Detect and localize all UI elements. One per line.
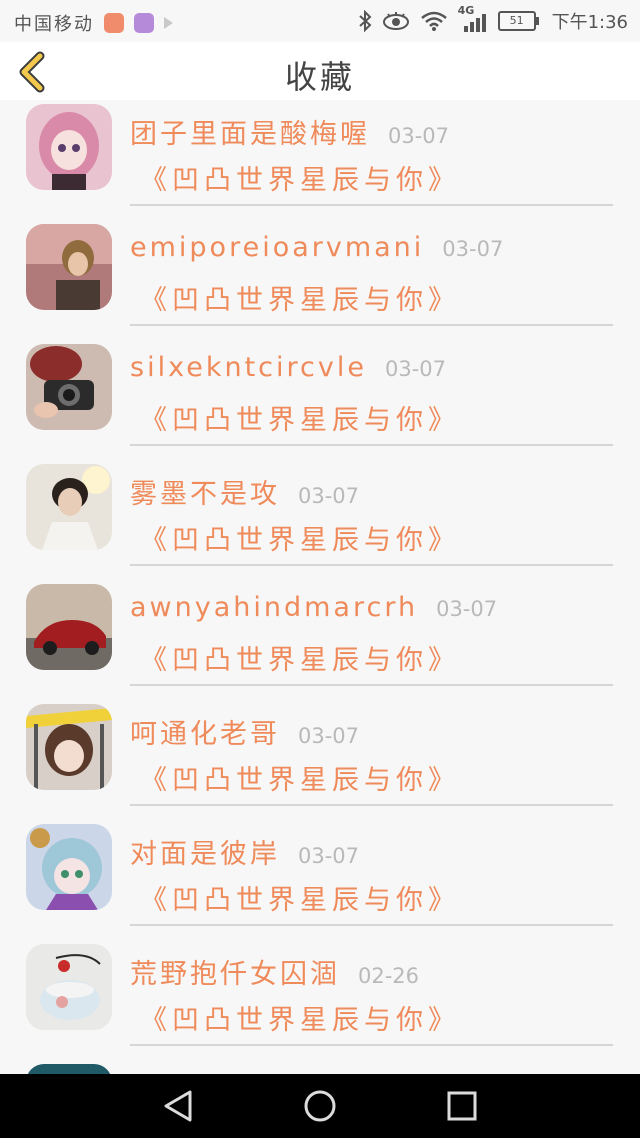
status-right: 4G 51 下午1:36 (358, 4, 628, 34)
avatar[interactable] (26, 344, 112, 430)
work-title[interactable]: 《凹凸世界星辰与你》 (140, 518, 460, 557)
avatar[interactable] (26, 1064, 112, 1074)
nav-recent-button[interactable] (444, 1088, 480, 1124)
user-name[interactable]: 团子里面是酸梅喔 (130, 112, 370, 151)
divider (130, 204, 613, 206)
signal-network-type: 4G (458, 4, 488, 34)
square-recent-icon (447, 1091, 477, 1121)
name-line: emiporeioarvmani 03-07 (130, 232, 620, 272)
date: 03-07 (384, 357, 446, 381)
divider (130, 804, 613, 806)
date: 03-07 (388, 124, 450, 148)
name-line: awnyahindmarcrh 03-07 (130, 592, 620, 632)
date: 03-07 (298, 484, 360, 508)
list-item[interactable]: 呵通化老哥 03-07 《凹凸世界星辰与你》 (0, 700, 640, 820)
work-title[interactable]: 《凹凸世界星辰与你》 (140, 638, 460, 677)
divider (130, 684, 613, 686)
header: 收藏 (0, 42, 640, 100)
triangle-back-icon (164, 1090, 192, 1122)
name-line: 荒野抱仟女囚涸 02-26 (130, 952, 620, 992)
list-item-partial[interactable] (0, 1060, 640, 1074)
signal-icon (463, 14, 486, 32)
divider (130, 444, 613, 446)
work-title[interactable]: 《凹凸世界星辰与你》 (140, 278, 460, 317)
name-line: 雾墨不是攻 03-07 (130, 472, 620, 512)
avatar[interactable] (26, 224, 112, 310)
status-bar: 中国移动 4G 51 下午1:36 (0, 0, 640, 42)
avatar[interactable] (26, 584, 112, 670)
avatar[interactable] (26, 944, 112, 1030)
avatar[interactable] (26, 824, 112, 910)
list-item[interactable]: awnyahindmarcrh 03-07 《凹凸世界星辰与你》 (0, 580, 640, 700)
user-name[interactable]: 呵通化老哥 (130, 712, 280, 751)
work-title[interactable]: 《凹凸世界星辰与你》 (140, 758, 460, 797)
name-line: 呵通化老哥 03-07 (130, 712, 620, 752)
divider (130, 1044, 613, 1046)
favorites-list: 团子里面是酸梅喔 03-07 《凹凸世界星辰与你》 emiporeioarvma… (0, 100, 640, 1074)
name-line: 团子里面是酸梅喔 03-07 (130, 112, 620, 152)
circle-home-icon (304, 1090, 336, 1122)
date: 03-07 (298, 724, 360, 748)
list-item[interactable]: 荒野抱仟女囚涸 02-26 《凹凸世界星辰与你》 (0, 940, 640, 1060)
user-name[interactable]: 对面是彼岸 (130, 832, 280, 871)
name-line: silxekntcircvle 03-07 (130, 352, 620, 392)
user-name[interactable]: emiporeioarvmani (130, 232, 424, 263)
date: 03-07 (442, 237, 504, 261)
date: 03-07 (436, 597, 498, 621)
divider (130, 924, 613, 926)
avatar[interactable] (26, 704, 112, 790)
work-title[interactable]: 《凹凸世界星辰与你》 (140, 878, 460, 917)
name-line: 对面是彼岸 03-07 (130, 832, 620, 872)
work-title[interactable]: 《凹凸世界星辰与你》 (140, 158, 460, 197)
system-nav-bar (0, 1074, 640, 1138)
shopping-bag-icon (104, 13, 124, 33)
date: 03-07 (298, 844, 360, 868)
carrier-name: 中国移动 (14, 14, 94, 35)
bluetooth-icon (358, 10, 372, 32)
work-title[interactable]: 《凹凸世界星辰与你》 (140, 998, 460, 1037)
work-title[interactable]: 《凹凸世界星辰与你》 (140, 398, 460, 437)
nav-home-button[interactable] (302, 1088, 338, 1124)
user-name[interactable]: silxekntcircvle (130, 352, 367, 383)
date: 02-26 (358, 964, 420, 988)
nav-back-button[interactable] (160, 1088, 196, 1124)
page-title: 收藏 (284, 58, 355, 96)
divider (130, 564, 613, 566)
list-item[interactable]: 雾墨不是攻 03-07 《凹凸世界星辰与你》 (0, 460, 640, 580)
status-left: 中国移动 (14, 10, 173, 36)
list-item[interactable]: 对面是彼岸 03-07 《凹凸世界星辰与你》 (0, 820, 640, 940)
user-name[interactable]: 荒野抱仟女囚涸 (130, 952, 340, 991)
avatar[interactable] (26, 104, 112, 190)
wifi-icon (420, 11, 447, 31)
divider (130, 324, 613, 326)
user-name[interactable]: awnyahindmarcrh (130, 592, 418, 623)
clock: 下午1:36 (551, 12, 628, 33)
gallery-icon (134, 13, 154, 33)
eye-icon (382, 12, 409, 30)
list-item[interactable]: silxekntcircvle 03-07 《凹凸世界星辰与你》 (0, 340, 640, 460)
play-icon (164, 17, 173, 29)
list-item[interactable]: 团子里面是酸梅喔 03-07 《凹凸世界星辰与你》 (0, 100, 640, 220)
battery-indicator: 51 (497, 11, 539, 31)
user-name[interactable]: 雾墨不是攻 (130, 472, 280, 511)
avatar[interactable] (26, 464, 112, 550)
list-item[interactable]: emiporeioarvmani 03-07 《凹凸世界星辰与你》 (0, 220, 640, 340)
